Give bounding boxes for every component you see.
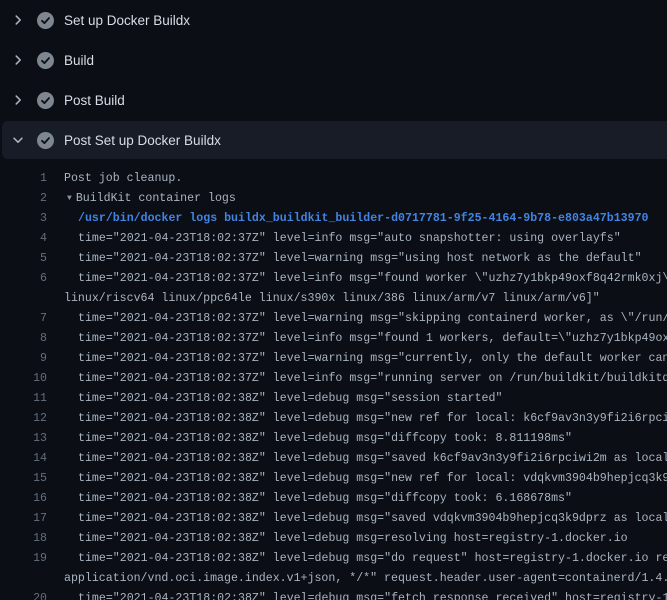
status-icon-wrap xyxy=(37,52,54,69)
step-header-set-up-docker-buildx[interactable]: Set up Docker Buildx xyxy=(0,0,667,40)
step-label: Set up Docker Buildx xyxy=(64,13,190,28)
log-line-text: time="2021-04-23T18:02:38Z" level=debug … xyxy=(47,509,667,529)
log-line: application/vnd.oci.image.index.v1+json,… xyxy=(0,569,667,589)
log-line-number[interactable]: 9 xyxy=(0,349,47,369)
chevron-down-icon-wrap xyxy=(10,132,26,148)
log-line-text: time="2021-04-23T18:02:38Z" level=debug … xyxy=(47,429,667,449)
log-line-number[interactable]: 20 xyxy=(0,589,47,600)
log-line: 10time="2021-04-23T18:02:37Z" level=info… xyxy=(0,369,667,389)
log-line-number[interactable]: 10 xyxy=(0,369,47,389)
log-line-number[interactable]: 11 xyxy=(0,389,47,409)
step-label: Build xyxy=(64,53,94,68)
log-line-number[interactable]: 18 xyxy=(0,529,47,549)
log-line-number xyxy=(0,289,47,309)
log-line: 4time="2021-04-23T18:02:37Z" level=info … xyxy=(0,229,667,249)
status-icon-wrap xyxy=(37,92,54,109)
log-line: 1Post job cleanup. xyxy=(0,169,667,189)
log-line: 3/usr/bin/docker logs buildx_buildkit_bu… xyxy=(0,209,667,229)
log-line-text: time="2021-04-23T18:02:37Z" level=info m… xyxy=(47,229,667,249)
chevron-right-icon xyxy=(11,13,25,27)
chevron-right-icon-wrap xyxy=(10,12,26,28)
log-line-number[interactable]: 2 xyxy=(0,189,47,209)
chevron-right-icon-wrap xyxy=(10,92,26,108)
log-line: 19time="2021-04-23T18:02:38Z" level=debu… xyxy=(0,549,667,569)
step-header-build[interactable]: Build xyxy=(0,40,667,80)
log-line-text: application/vnd.oci.image.index.v1+json,… xyxy=(47,569,667,589)
status-icon-wrap xyxy=(37,132,54,149)
log-line-text: time="2021-04-23T18:02:37Z" level=info m… xyxy=(47,329,667,349)
log-line-text: time="2021-04-23T18:02:38Z" level=debug … xyxy=(47,389,667,409)
log-line: 2▼BuildKit container logs xyxy=(0,189,667,209)
log-line: linux/riscv64 linux/ppc64le linux/s390x … xyxy=(0,289,667,309)
log-line-text: time="2021-04-23T18:02:37Z" level=warnin… xyxy=(47,249,667,269)
log-line-text: time="2021-04-23T18:02:38Z" level=debug … xyxy=(47,489,667,509)
log-line: 9time="2021-04-23T18:02:37Z" level=warni… xyxy=(0,349,667,369)
chevron-right-icon xyxy=(11,53,25,67)
step-header-post-build[interactable]: Post Build xyxy=(0,80,667,120)
log-line-number[interactable]: 3 xyxy=(0,209,47,229)
log-line: 17time="2021-04-23T18:02:38Z" level=debu… xyxy=(0,509,667,529)
steps-list: Set up Docker Buildx Build Post Build Post … xyxy=(0,0,667,159)
status-icon-wrap xyxy=(37,12,54,29)
log-line-text: time="2021-04-23T18:02:38Z" level=debug … xyxy=(47,589,667,600)
log-line-text: time="2021-04-23T18:02:38Z" level=debug … xyxy=(47,449,667,469)
log-line: 8time="2021-04-23T18:02:37Z" level=info … xyxy=(0,329,667,349)
log-line: 20time="2021-04-23T18:02:38Z" level=debu… xyxy=(0,589,667,600)
log-line-text: time="2021-04-23T18:02:37Z" level=warnin… xyxy=(47,349,667,369)
log-line-number[interactable]: 14 xyxy=(0,449,47,469)
log-line-text: time="2021-04-23T18:02:38Z" level=debug … xyxy=(47,529,667,549)
log-line-text: Post job cleanup. xyxy=(47,169,667,189)
log-line-text: time="2021-04-23T18:02:38Z" level=debug … xyxy=(47,469,667,489)
log-line: 15time="2021-04-23T18:02:38Z" level=debu… xyxy=(0,469,667,489)
log-line-text: time="2021-04-23T18:02:37Z" level=info m… xyxy=(47,269,667,289)
step-label: Post Build xyxy=(64,93,125,108)
collapse-caret-icon[interactable]: ▼ xyxy=(67,189,72,209)
log-line-number xyxy=(0,569,47,589)
log-line: 5time="2021-04-23T18:02:37Z" level=warni… xyxy=(0,249,667,269)
log-line-number[interactable]: 7 xyxy=(0,309,47,329)
log-line-number[interactable]: 15 xyxy=(0,469,47,489)
log-line-number[interactable]: 4 xyxy=(0,229,47,249)
log-line: 18time="2021-04-23T18:02:38Z" level=debu… xyxy=(0,529,667,549)
log-line: 6time="2021-04-23T18:02:37Z" level=info … xyxy=(0,269,667,289)
log-line-command-text: /usr/bin/docker logs buildx_buildkit_bui… xyxy=(47,209,667,229)
log-line-number[interactable]: 8 xyxy=(0,329,47,349)
log-line-text: time="2021-04-23T18:02:37Z" level=warnin… xyxy=(47,309,667,329)
log-line: 7time="2021-04-23T18:02:37Z" level=warni… xyxy=(0,309,667,329)
step-label: Post Set up Docker Buildx xyxy=(64,133,221,148)
check-circle-icon xyxy=(37,92,54,109)
chevron-right-icon-wrap xyxy=(10,52,26,68)
log-line-number[interactable]: 16 xyxy=(0,489,47,509)
log-line-text: time="2021-04-23T18:02:37Z" level=info m… xyxy=(47,369,667,389)
chevron-down-icon xyxy=(11,133,25,147)
log-line-number[interactable]: 13 xyxy=(0,429,47,449)
log-line-number[interactable]: 19 xyxy=(0,549,47,569)
log-line-number[interactable]: 12 xyxy=(0,409,47,429)
chevron-right-icon xyxy=(11,93,25,107)
log-line: 16time="2021-04-23T18:02:38Z" level=debu… xyxy=(0,489,667,509)
log-line: 13time="2021-04-23T18:02:38Z" level=debu… xyxy=(0,429,667,449)
log-line: 11time="2021-04-23T18:02:38Z" level=debu… xyxy=(0,389,667,409)
log-line-text: time="2021-04-23T18:02:38Z" level=debug … xyxy=(47,409,667,429)
log-line-number[interactable]: 5 xyxy=(0,249,47,269)
log-line-text: time="2021-04-23T18:02:38Z" level=debug … xyxy=(47,549,667,569)
log-line: 12time="2021-04-23T18:02:38Z" level=debu… xyxy=(0,409,667,429)
check-circle-icon xyxy=(37,12,54,29)
check-circle-icon xyxy=(37,132,54,149)
log-line-number[interactable]: 1 xyxy=(0,169,47,189)
log-line-number[interactable]: 6 xyxy=(0,269,47,289)
log-lines: 1Post job cleanup.2▼BuildKit container l… xyxy=(0,169,667,600)
log-line-number[interactable]: 17 xyxy=(0,509,47,529)
actions-log-viewer: Set up Docker Buildx Build Post Build Post … xyxy=(0,0,667,600)
log-line-text: linux/riscv64 linux/ppc64le linux/s390x … xyxy=(47,289,667,309)
log-line: 14time="2021-04-23T18:02:38Z" level=debu… xyxy=(0,449,667,469)
log-line-text[interactable]: ▼BuildKit container logs xyxy=(47,189,667,209)
step-header-post-set-up-docker-buildx[interactable]: Post Set up Docker Buildx xyxy=(2,121,667,159)
check-circle-icon xyxy=(37,52,54,69)
